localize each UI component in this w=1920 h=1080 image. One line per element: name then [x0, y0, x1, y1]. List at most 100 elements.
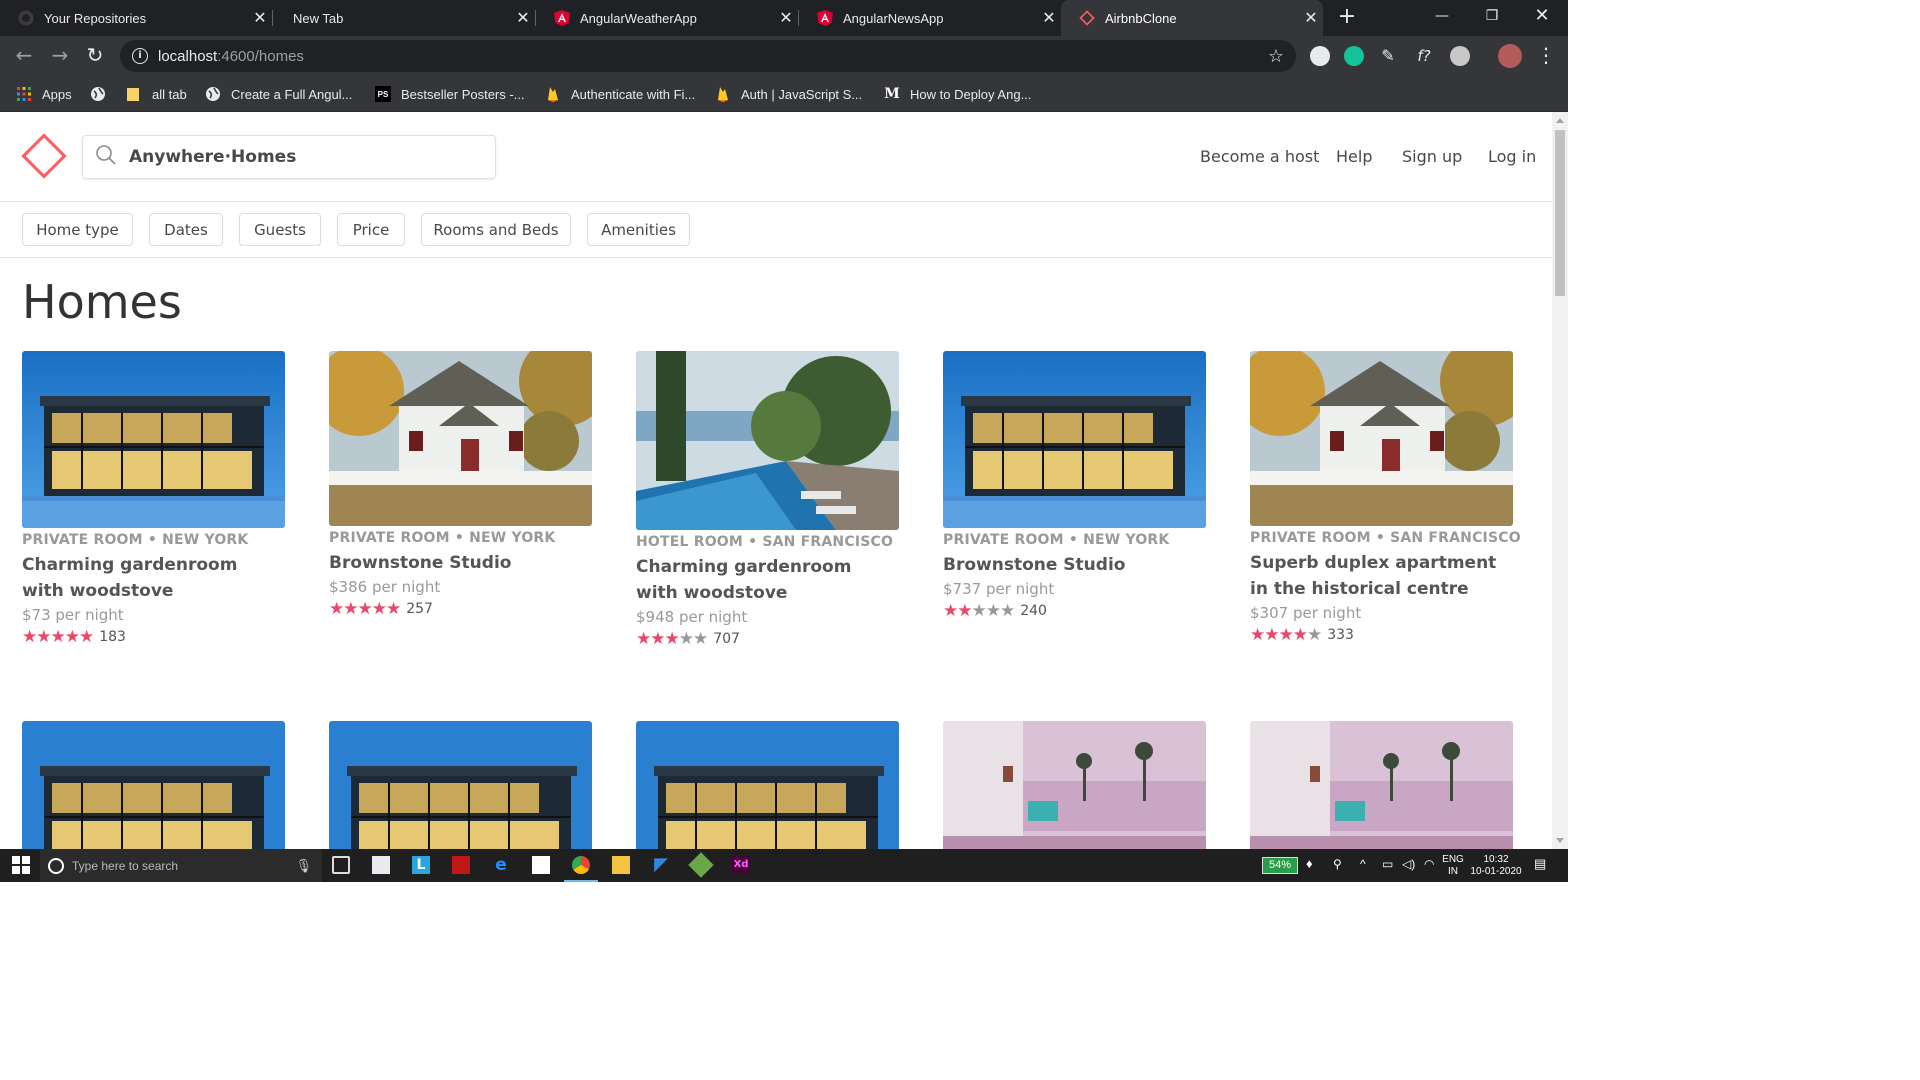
listing-photo[interactable] [329, 721, 592, 849]
battery-indicator[interactable]: 54% [1262, 857, 1298, 874]
bookmark-deploy-angular[interactable]: M How to Deploy Ang... [884, 84, 1031, 104]
menu-kebab-icon[interactable]: ⋮ [1534, 44, 1558, 68]
listing-card[interactable]: PRIVATE ROOM • NEW YORK Brownstone Studi… [329, 351, 592, 620]
listing-title[interactable]: Brownstone Studio [329, 550, 592, 576]
font-extension-icon[interactable]: f? [1414, 46, 1434, 66]
grammarly-icon[interactable] [1344, 46, 1364, 66]
listing-photo[interactable] [22, 721, 285, 849]
become-a-host-link[interactable]: Become a host [1200, 147, 1319, 166]
address-bar[interactable]: i localhost:4600/homes ☆ [120, 40, 1296, 72]
bookmark-create-angular[interactable]: Create a Full Angul... [205, 84, 352, 104]
microphone-icon[interactable]: 🎙 [295, 858, 312, 874]
filter-price[interactable]: Price [337, 213, 405, 246]
wifi-icon[interactable]: ◠ [1424, 858, 1434, 870]
close-tab-icon[interactable]: ✕ [1299, 8, 1323, 28]
listing-title[interactable]: Charming gardenroom with woodstove [22, 552, 285, 604]
edge-icon[interactable]: e [492, 856, 510, 874]
mcafee-icon[interactable] [452, 856, 470, 874]
people-icon[interactable]: ⚲ [1333, 858, 1342, 870]
listing-title[interactable]: Superb duplex apartment in the historica… [1250, 550, 1513, 602]
listing-photo[interactable] [1250, 351, 1513, 526]
sign-up-link[interactable]: Sign up [1402, 147, 1462, 166]
listing-card[interactable] [1250, 721, 1513, 849]
filter-dates[interactable]: Dates [149, 213, 223, 246]
clock[interactable]: 10:32 10-01-2020 [1470, 854, 1522, 878]
filter-rooms-and-beds[interactable]: Rooms and Beds [421, 213, 571, 246]
tray-flame-icon[interactable]: ♦ [1306, 857, 1313, 870]
listing-photo[interactable] [636, 721, 899, 849]
listing-card[interactable]: HOTEL ROOM • SAN FRANCISCO Charming gard… [636, 351, 899, 650]
git-icon[interactable] [688, 852, 714, 878]
bookmark-bestseller-posters[interactable]: PS Bestseller Posters -... [375, 84, 525, 104]
listing-title[interactable]: Charming gardenroom with woodstove [636, 554, 899, 606]
close-tab-icon[interactable]: ✕ [774, 8, 798, 28]
airbnb-logo-icon[interactable] [21, 133, 67, 179]
back-arrow-icon[interactable]: ← [12, 44, 36, 68]
task-view-icon[interactable] [332, 856, 350, 874]
tab-angular-weather-app[interactable]: AngularWeatherApp ✕ [536, 0, 798, 36]
pen-extension-icon[interactable]: ✎ [1378, 46, 1398, 66]
notifications-icon[interactable]: ▤ [1534, 857, 1546, 870]
listing-photo[interactable] [943, 351, 1206, 528]
help-link[interactable]: Help [1336, 147, 1372, 166]
scroll-up-arrow-icon[interactable] [1556, 118, 1564, 123]
file-explorer-icon[interactable] [612, 856, 630, 874]
bookmark-authenticate-firebase[interactable]: Authenticate with Fi... [545, 84, 695, 104]
tab-new-tab[interactable]: New Tab ✕ [273, 0, 535, 36]
scroll-down-arrow-icon[interactable] [1556, 838, 1564, 843]
close-tab-icon[interactable]: ✕ [1037, 8, 1061, 28]
listing-card[interactable]: PRIVATE ROOM • NEW YORK Charming gardenr… [22, 351, 285, 648]
close-window-icon[interactable]: ✕ [1517, 0, 1567, 36]
listing-photo[interactable] [22, 351, 285, 528]
listing-card[interactable] [636, 721, 899, 849]
page-scrollbar[interactable] [1552, 112, 1568, 849]
tab-your-repositories[interactable]: Your Repositories ✕ [0, 0, 272, 36]
listing-photo[interactable] [636, 351, 899, 530]
scrollbar-thumb[interactable] [1555, 130, 1565, 296]
site-info-icon[interactable]: i [132, 48, 148, 64]
listing-card[interactable]: PRIVATE ROOM • SAN FRANCISCO Superb dupl… [1250, 351, 1521, 646]
windows-start-icon[interactable] [12, 856, 30, 874]
filter-amenities[interactable]: Amenities [587, 213, 690, 246]
listing-photo[interactable] [329, 351, 592, 526]
close-tab-icon[interactable]: ✕ [248, 8, 272, 28]
tray-chevron-icon[interactable]: ^ [1360, 858, 1366, 870]
listing-title[interactable]: Brownstone Studio [943, 552, 1206, 578]
listing-card[interactable] [943, 721, 1206, 849]
tray-power-icon[interactable]: ▭ [1382, 858, 1393, 870]
close-tab-icon[interactable]: ✕ [511, 8, 535, 28]
profile-avatar[interactable] [1498, 44, 1522, 68]
store-icon[interactable] [372, 856, 390, 874]
search-input[interactable]: Anywhere·Homes [82, 135, 496, 179]
listing-card[interactable] [329, 721, 592, 849]
bookmark-all-tab[interactable]: all tab [126, 84, 187, 104]
taskbar-search-box[interactable]: Type here to search 🎙 [40, 849, 322, 882]
tab-airbnb-clone[interactable]: AirbnbClone ✕ [1061, 0, 1323, 36]
chrome-icon[interactable] [572, 856, 590, 874]
bookmark-star-icon[interactable]: ☆ [1268, 46, 1284, 67]
new-tab-button[interactable]: + [1336, 4, 1358, 32]
bookmark-auth-javascript[interactable]: Auth | JavaScript S... [715, 84, 862, 104]
extension-icon[interactable] [1450, 46, 1470, 66]
language-indicator[interactable]: ENG IN [1442, 854, 1464, 878]
reload-icon[interactable]: ↻ [83, 44, 107, 68]
listing-photo[interactable] [1250, 721, 1513, 849]
minimize-icon[interactable]: — [1417, 0, 1467, 36]
forward-arrow-icon[interactable]: → [48, 44, 72, 68]
volume-icon[interactable]: ◁) [1402, 858, 1415, 870]
bookmark-apps[interactable]: Apps [16, 84, 72, 104]
tab-angular-news-app[interactable]: AngularNewsApp ✕ [799, 0, 1061, 36]
restore-icon[interactable]: ❐ [1467, 0, 1517, 36]
mail-icon[interactable] [532, 856, 550, 874]
listing-card[interactable]: PRIVATE ROOM • NEW YORK Brownstone Studi… [943, 351, 1206, 622]
filter-home-type[interactable]: Home type [22, 213, 133, 246]
filter-guests[interactable]: Guests [239, 213, 321, 246]
listing-card[interactable] [22, 721, 285, 849]
extension-icon[interactable] [1310, 46, 1330, 66]
bookmark-globe[interactable] [90, 84, 106, 104]
app-l-icon[interactable]: L [412, 856, 430, 874]
listing-photo[interactable] [943, 721, 1206, 849]
log-in-link[interactable]: Log in [1488, 147, 1536, 166]
adobe-xd-icon[interactable]: Xd [732, 856, 750, 874]
vscode-icon[interactable]: ◤ [652, 856, 670, 874]
